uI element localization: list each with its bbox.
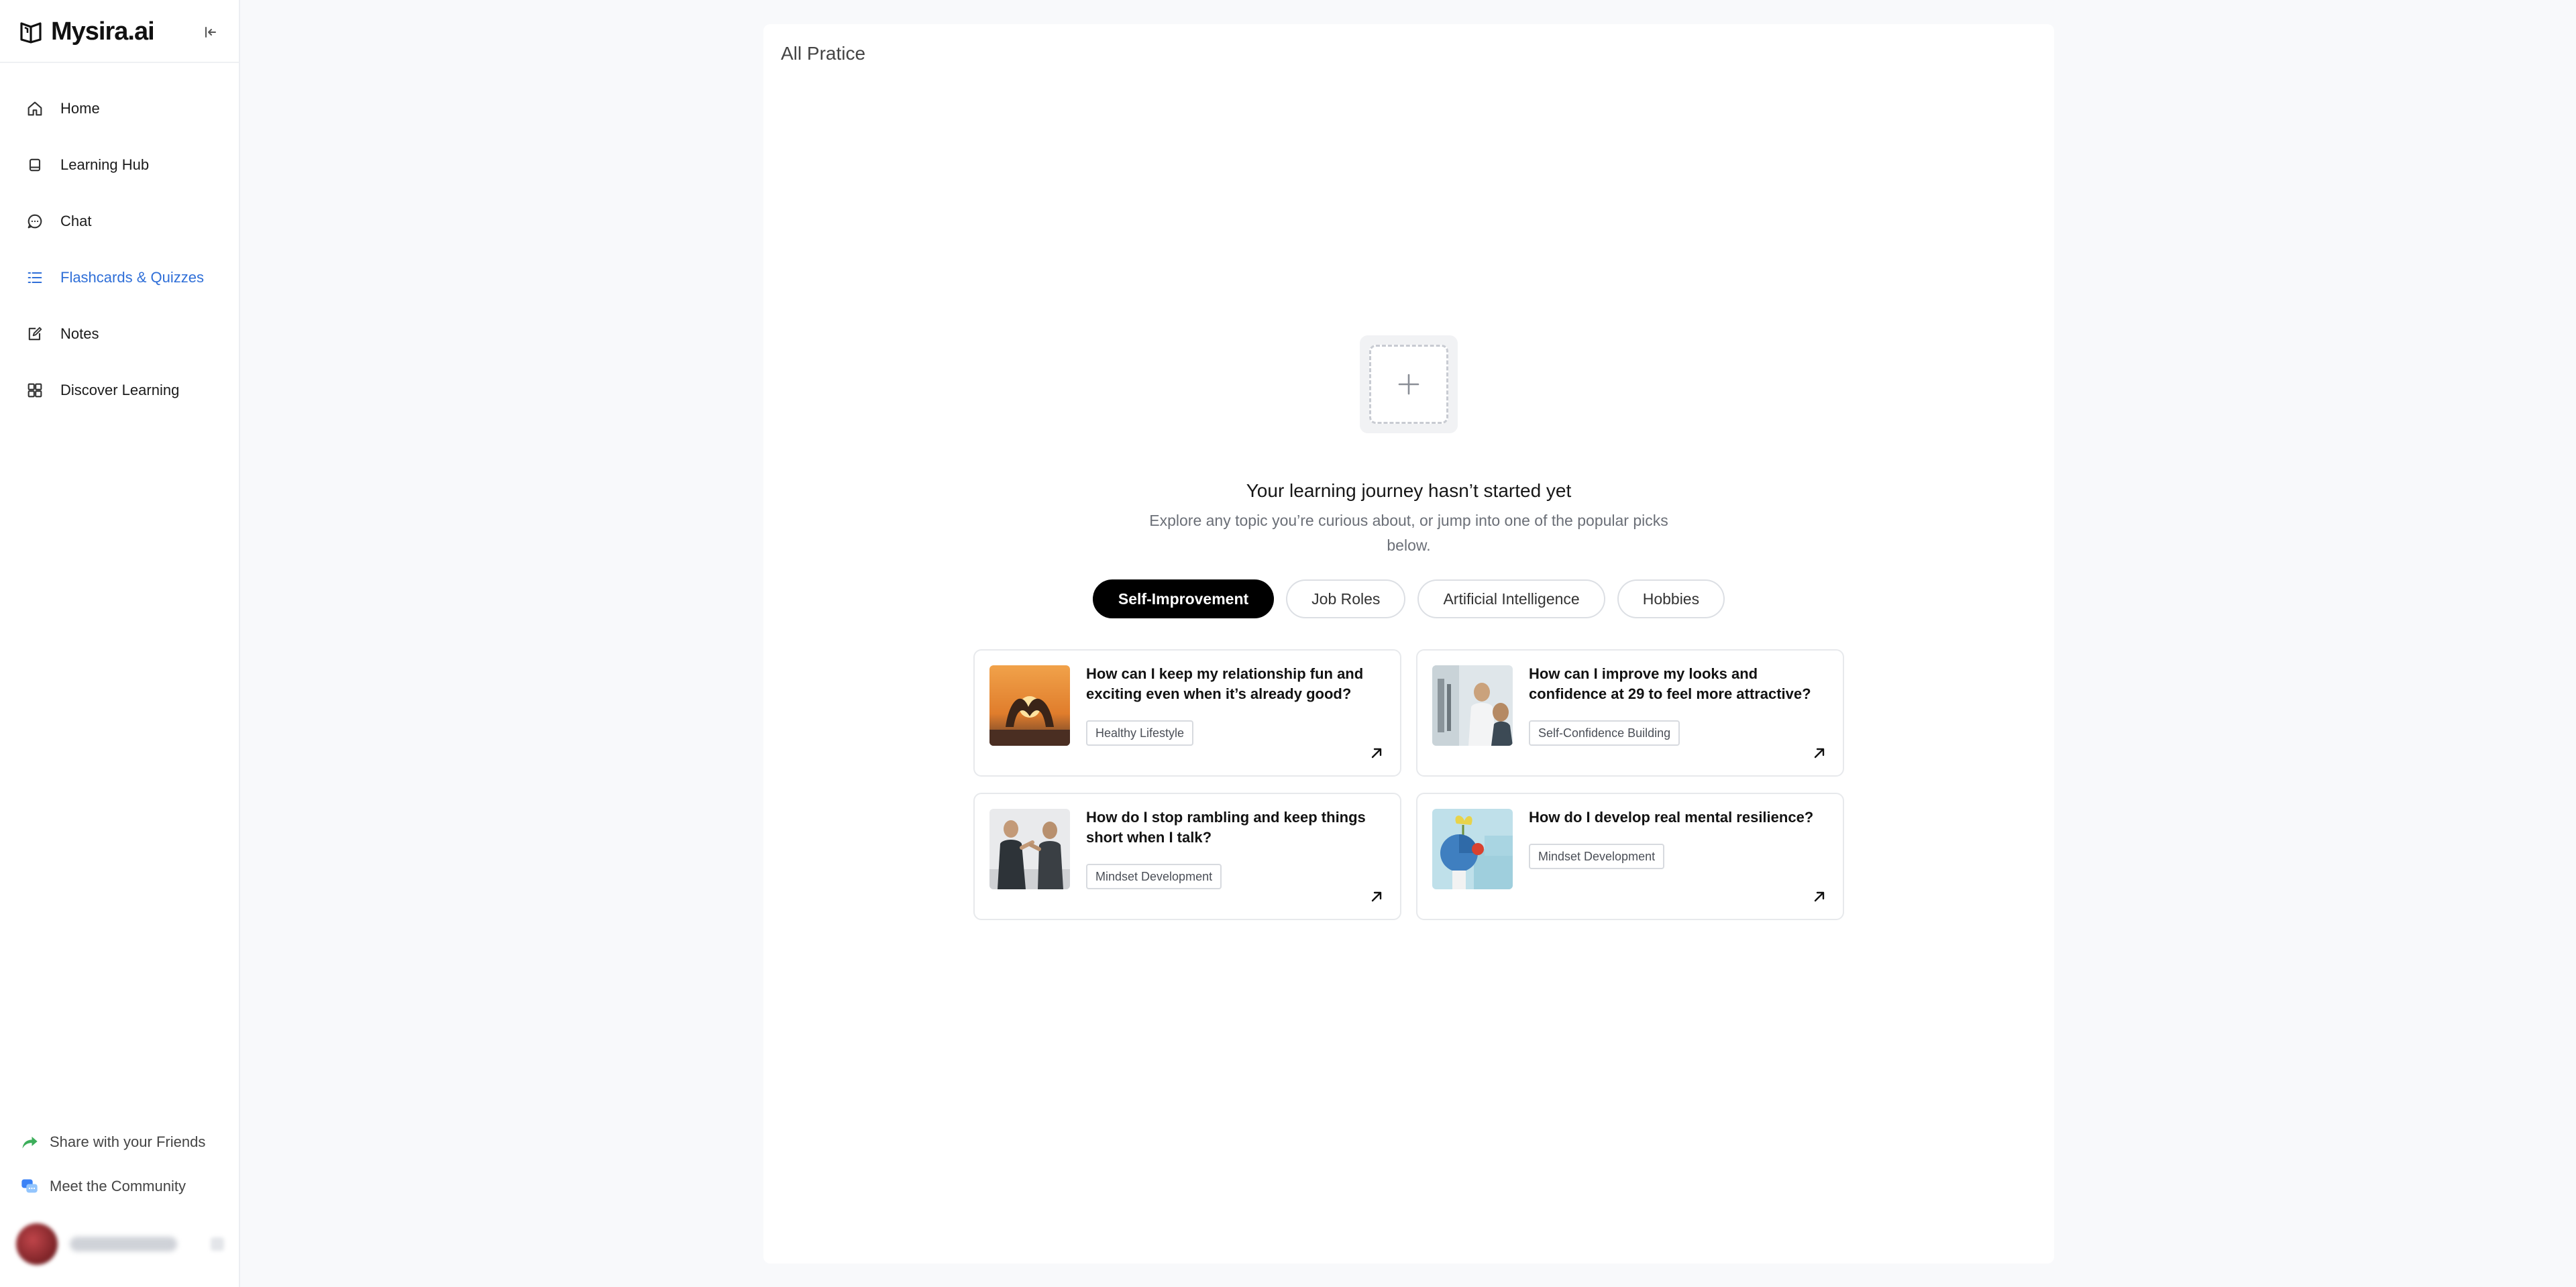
share-icon — [22, 1136, 38, 1149]
grid-icon — [28, 383, 42, 398]
chip-self-improvement[interactable]: Self-Improvement — [1092, 579, 1275, 618]
chip-artificial-intelligence[interactable]: Artificial Intelligence — [1417, 579, 1605, 618]
brand-name: Mysira.ai — [51, 17, 155, 46]
suggestion-card[interactable]: How can I keep my relationship fun and e… — [973, 649, 1401, 777]
card-question: How do I develop real mental resilience? — [1529, 809, 1814, 826]
card-thumbnail-resilience — [1432, 809, 1513, 889]
card-thumbnail-gym — [1432, 665, 1513, 746]
suggestion-cards: How can I keep my relationship fun and e… — [973, 649, 1844, 920]
sidebar-item-label: Chat — [60, 213, 92, 229]
book-icon — [29, 158, 41, 172]
card-tag: Healthy Lifestyle — [1086, 720, 1194, 746]
sidebar-item-label: Learning Hub — [60, 156, 150, 173]
arrow-up-right-icon — [1371, 748, 1382, 759]
card-tag: Mindset Development — [1529, 844, 1665, 869]
card-tag: Mindset Development — [1086, 864, 1222, 889]
card-thumbnail-conversation — [989, 809, 1070, 889]
community-icon — [21, 1179, 38, 1193]
sidebar-divider — [0, 62, 239, 63]
chip-hobbies[interactable]: Hobbies — [1617, 579, 1725, 618]
empty-state-title: Your learning journey hasn’t started yet — [1246, 480, 1572, 501]
chip-job-roles[interactable]: Job Roles — [1286, 579, 1406, 618]
share-with-friends-link[interactable]: Share with your Friends — [0, 1120, 239, 1164]
user-menu[interactable] — [16, 1222, 224, 1266]
arrow-up-right-icon — [1814, 891, 1825, 902]
category-chips: Self-Improvement Job Roles Artificial In… — [763, 579, 2054, 618]
dashed-placeholder — [1369, 345, 1448, 424]
book-logo-icon — [20, 22, 42, 44]
sidebar-item-learning-hub[interactable]: Learning Hub — [0, 137, 239, 193]
avatar — [16, 1223, 58, 1265]
note-icon — [28, 327, 42, 341]
user-name-redacted — [70, 1237, 177, 1251]
meet-community-link[interactable]: Meet the Community — [0, 1164, 239, 1209]
community-label: Meet the Community — [50, 1178, 186, 1194]
page-title: All Pratice — [781, 43, 866, 64]
sidebar-item-label: Notes — [60, 325, 99, 342]
suggestion-card[interactable]: How do I develop real mental resilience?… — [1416, 793, 1844, 920]
empty-state-subtitle: Explore any topic you’re curious about, … — [1149, 512, 1668, 554]
sidebar-bottom-links: Share with your Friends Meet the Communi… — [0, 1120, 239, 1209]
collapse-left-icon — [205, 27, 216, 38]
chat-icon — [28, 214, 42, 229]
brand[interactable]: Mysira.ai — [17, 15, 155, 48]
user-menu-chevron-icon — [211, 1237, 224, 1251]
suggestion-card[interactable]: How can I improve my looks and confidenc… — [1416, 649, 1844, 777]
suggestion-card[interactable]: How do I stop rambling and keep things s… — [973, 793, 1401, 920]
sidebar-nav: Home Learning Hub Chat Flashcards & Quiz… — [0, 80, 239, 418]
card-question: How can I keep my relationship fun and e… — [1086, 665, 1364, 702]
card-question: How can I improve my looks and confidenc… — [1529, 665, 1811, 702]
collapse-sidebar-button[interactable] — [199, 20, 223, 44]
card-question: How do I stop rambling and keep things s… — [1086, 809, 1366, 846]
main-panel: All Pratice Your learning journey hasn’t… — [763, 24, 2054, 1264]
share-label: Share with your Friends — [50, 1133, 206, 1150]
sidebar-item-chat[interactable]: Chat — [0, 193, 239, 249]
plus-icon — [1398, 374, 1419, 395]
arrow-up-right-icon — [1814, 748, 1825, 759]
list-icon — [28, 272, 42, 284]
sidebar: Mysira.ai Home Learning Hub Chat Flashca… — [0, 0, 240, 1287]
add-practice-button[interactable] — [1360, 335, 1458, 433]
card-thumbnail-heart-hands — [989, 665, 1070, 746]
sidebar-item-label: Discover Learning — [60, 382, 180, 398]
sidebar-item-discover-learning[interactable]: Discover Learning — [0, 362, 239, 418]
sidebar-item-flashcards-quizzes[interactable]: Flashcards & Quizzes — [0, 249, 239, 306]
sidebar-item-label: Home — [60, 100, 100, 117]
card-tag: Self-Confidence Building — [1529, 720, 1680, 746]
sidebar-item-label: Flashcards & Quizzes — [60, 269, 204, 286]
sidebar-item-home[interactable]: Home — [0, 80, 239, 137]
arrow-up-right-icon — [1371, 891, 1382, 902]
home-icon — [28, 101, 42, 116]
sidebar-item-notes[interactable]: Notes — [0, 306, 239, 362]
